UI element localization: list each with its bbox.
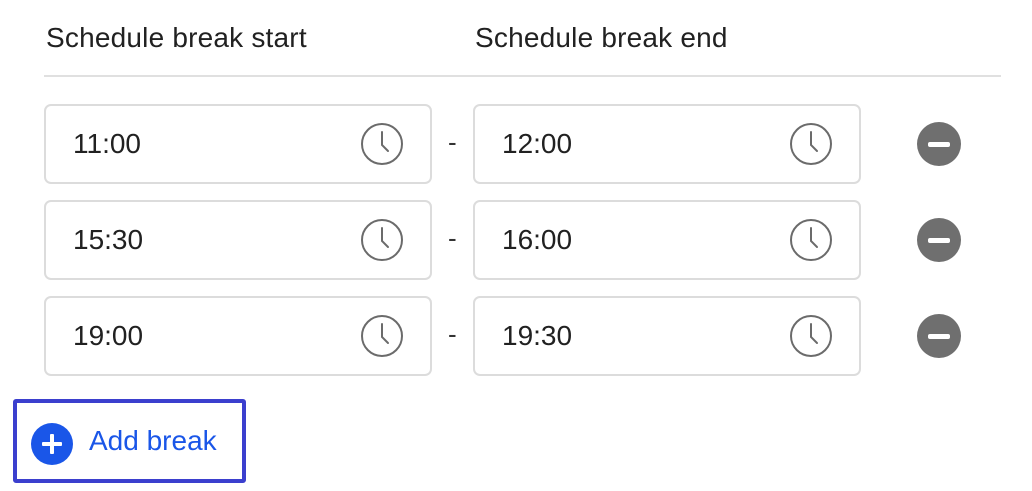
- break-start-time-field[interactable]: 11:00: [44, 104, 432, 184]
- break-start-time-field[interactable]: 19:00: [44, 296, 432, 376]
- time-range-separator: -: [448, 127, 457, 157]
- break-start-time-value: 11:00: [73, 128, 141, 159]
- break-end-time-field[interactable]: 19:30: [473, 296, 861, 376]
- time-range-separator: -: [448, 319, 457, 349]
- remove-break-button[interactable]: [917, 218, 961, 262]
- break-end-time-field[interactable]: 16:00: [473, 200, 861, 280]
- remove-break-button[interactable]: [917, 314, 961, 358]
- schedule-break-start-header: Schedule break start: [46, 22, 307, 53]
- clock-icon[interactable]: [360, 314, 404, 358]
- plus-circle-icon: [31, 423, 73, 465]
- break-row: 15:30 - 16:00: [0, 200, 1032, 280]
- clock-icon[interactable]: [789, 122, 833, 166]
- header-divider: [44, 75, 1001, 77]
- break-end-time-value: 12:00: [502, 128, 573, 159]
- break-end-time-value: 19:30: [502, 320, 573, 351]
- schedule-break-end-header: Schedule break end: [475, 22, 728, 53]
- break-start-time-field[interactable]: 15:30: [44, 200, 432, 280]
- break-start-time-value: 15:30: [73, 224, 144, 255]
- time-range-separator: -: [448, 223, 457, 253]
- clock-icon[interactable]: [789, 218, 833, 262]
- break-row: 11:00 - 12:00: [0, 104, 1032, 184]
- clock-icon[interactable]: [360, 218, 404, 262]
- break-start-time-value: 19:00: [73, 320, 144, 351]
- clock-icon[interactable]: [360, 122, 404, 166]
- remove-break-button[interactable]: [917, 122, 961, 166]
- break-end-time-value: 16:00: [502, 224, 573, 255]
- add-break-button[interactable]: Add break: [13, 399, 246, 483]
- add-break-label: Add break: [89, 425, 217, 456]
- break-row: 19:00 - 19:30: [0, 296, 1032, 376]
- clock-icon[interactable]: [789, 314, 833, 358]
- break-end-time-field[interactable]: 12:00: [473, 104, 861, 184]
